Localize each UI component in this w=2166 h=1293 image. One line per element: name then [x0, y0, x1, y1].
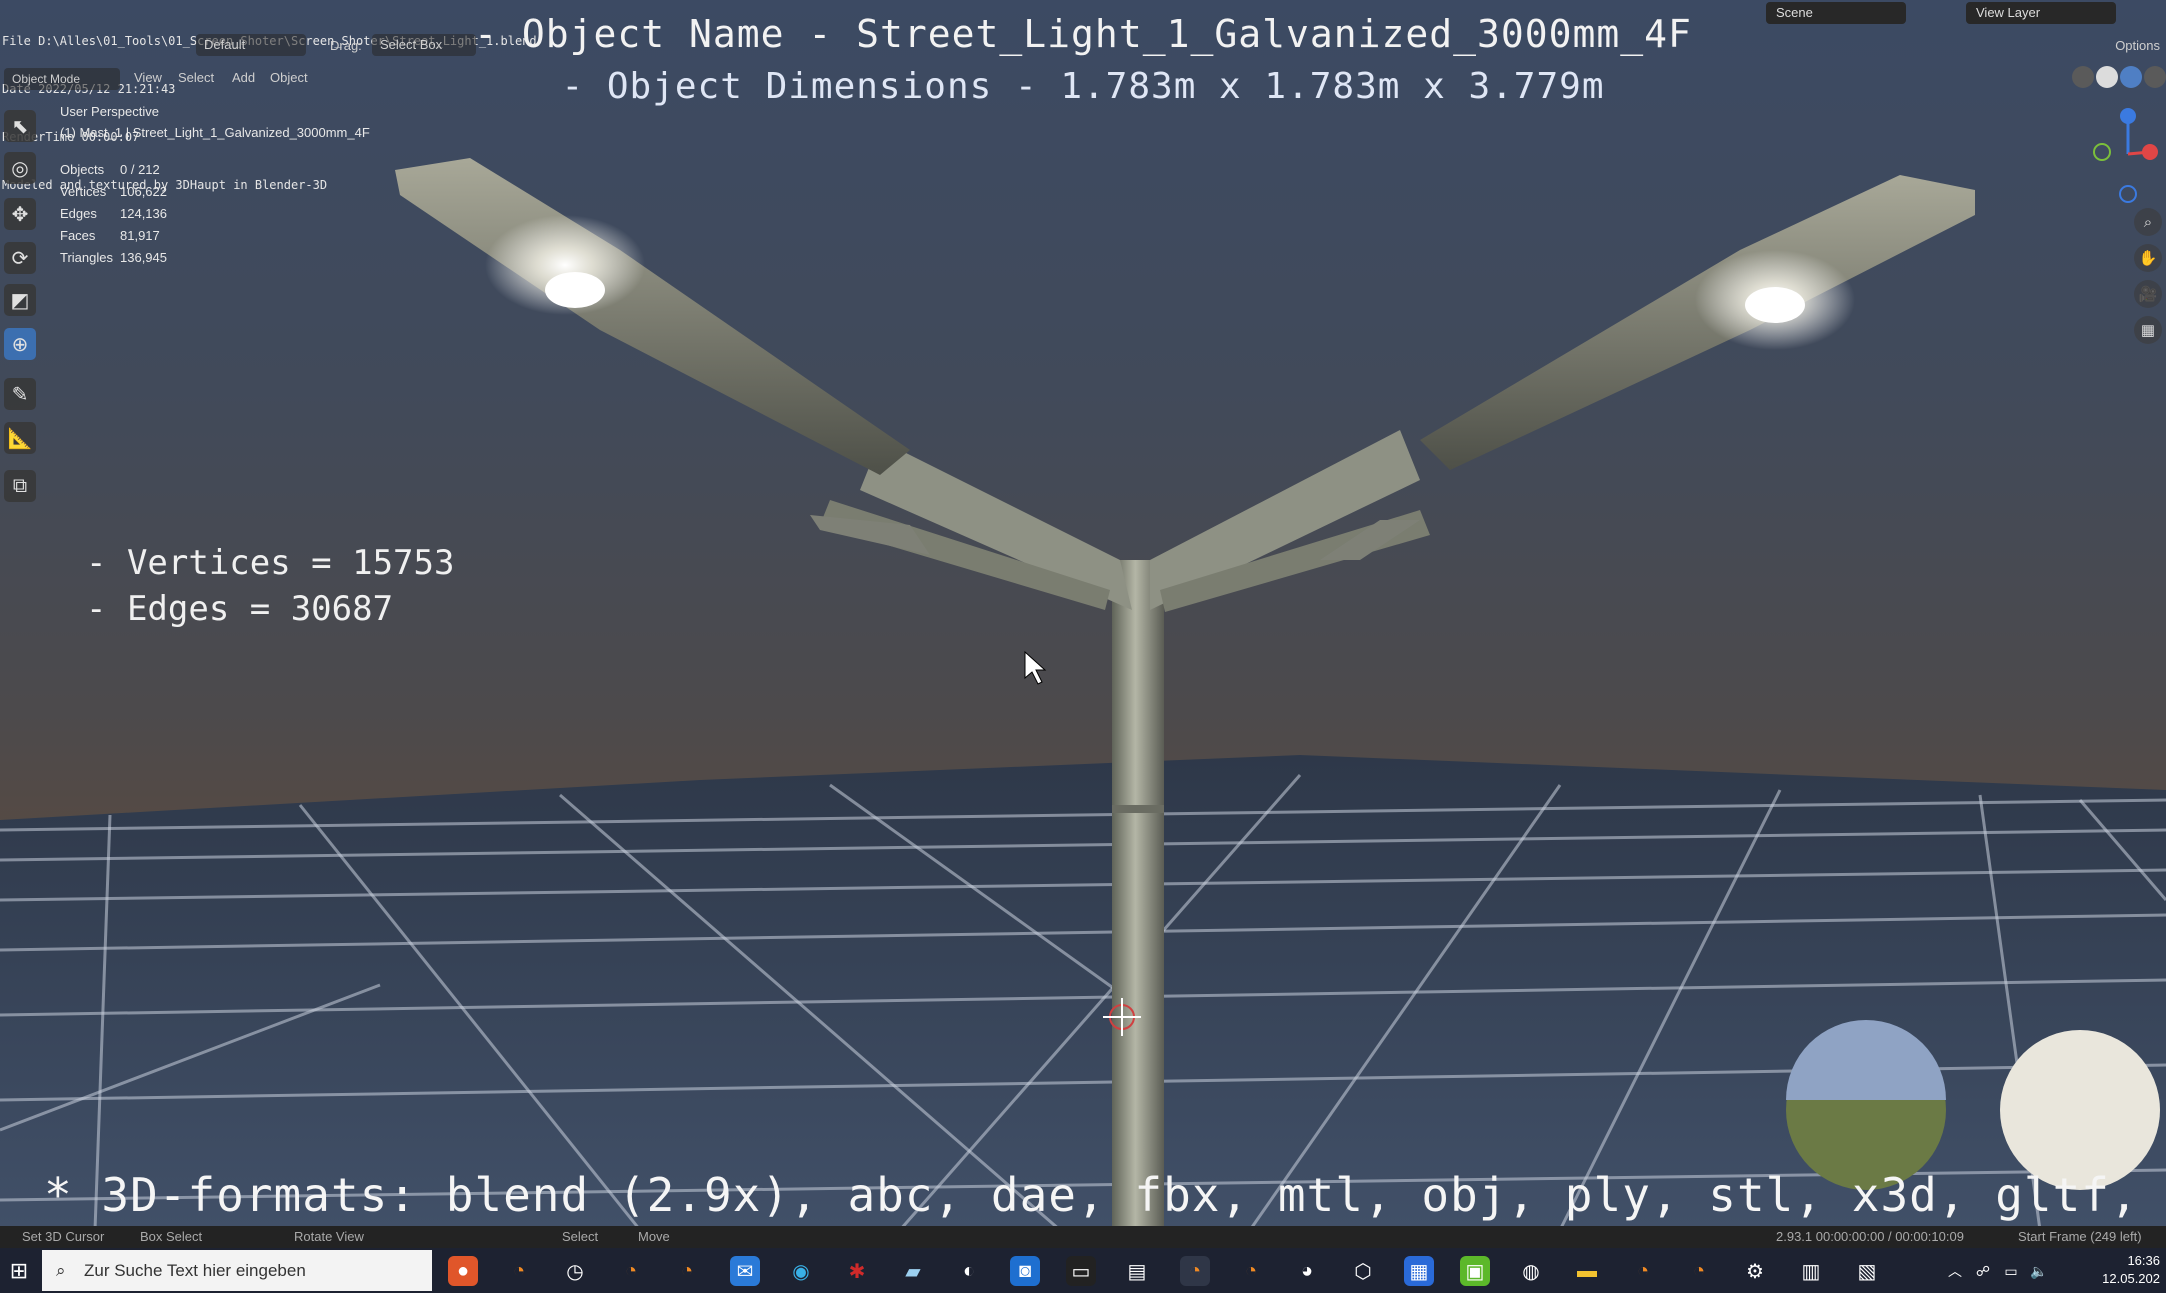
chat-app-icon[interactable]: ◙: [1010, 1256, 1040, 1286]
stat-row: Objects 0 / 212: [60, 162, 167, 184]
edges-overlay: - Edges = 30687: [86, 589, 394, 629]
stat-row: Faces 81,917: [60, 228, 167, 250]
windows-taskbar: ⊞ ⌕ Zur Suche Text hier eingeben ● ◔ ◷ ◔…: [0, 1248, 2166, 1293]
terminal-icon[interactable]: ▭: [1066, 1256, 1096, 1286]
add-cube-tool-icon[interactable]: ⧉: [4, 470, 36, 502]
z-axis-icon: [2120, 108, 2136, 124]
stat-value: 81,917: [120, 228, 160, 243]
navigation-gizmo[interactable]: [2088, 104, 2158, 214]
zoom-icon[interactable]: ⌕: [2134, 208, 2162, 236]
active-object-label: (1) Mast_1 | Street_Light_1_Galvanized_3…: [60, 125, 370, 140]
object-name-overlay: - Object Name - Street_Light_1_Galvanize…: [474, 12, 1692, 56]
vertices-overlay: - Vertices = 15753: [86, 543, 455, 583]
system-clock[interactable]: 16:36 12.05.202: [2102, 1252, 2160, 1288]
start-frame-label: Start Frame (249 left): [2018, 1229, 2142, 1244]
formats-overlay: * 3D-formats: blend (2.9x), abc, dae, fb…: [44, 1168, 2166, 1222]
bug-app-icon[interactable]: ✱: [842, 1256, 872, 1286]
version-time-label: 2.93.1 00:00:00:00 / 00:00:10:09: [1776, 1229, 1964, 1244]
search-icon: ⌕: [56, 1261, 66, 1280]
rotate-tool-icon[interactable]: ⟳: [4, 242, 36, 274]
clock-app-icon[interactable]: ◷: [560, 1256, 590, 1286]
mail-icon[interactable]: ✉: [730, 1256, 760, 1286]
screen-tool-icon[interactable]: ▤: [1122, 1256, 1152, 1286]
edge-browser-icon[interactable]: ◉: [786, 1256, 816, 1286]
stat-label: Faces: [60, 228, 96, 243]
cube-app-icon[interactable]: ⬡: [1348, 1256, 1378, 1286]
panda-app-icon[interactable]: ◕: [1292, 1256, 1322, 1286]
stat-row: Vertices 106,622: [60, 184, 167, 206]
stat-row: Triangles 136,945: [60, 250, 167, 272]
calendar-icon[interactable]: ▦: [1404, 1256, 1434, 1286]
stat-value: 106,622: [120, 184, 167, 199]
search-placeholder: Zur Suche Text hier eingeben: [84, 1261, 306, 1280]
pan-hand-icon[interactable]: ✋: [2134, 244, 2162, 272]
scale-tool-icon[interactable]: ◩: [4, 284, 36, 316]
transform-tool-icon[interactable]: ⊕: [4, 328, 36, 360]
battery-icon[interactable]: ▭: [1996, 1256, 2026, 1286]
mesh-counts-overlay: - Vertices = 15753 - Edges = 30687: [86, 540, 454, 632]
image-app-icon[interactable]: ◐: [954, 1256, 984, 1286]
network-icon[interactable]: ☍: [1968, 1256, 1998, 1286]
blender-icon[interactable]: ◔: [1628, 1256, 1658, 1286]
mouse-cursor: [1024, 650, 1047, 685]
lamp-head-right: [1420, 175, 1975, 470]
stat-label: Vertices: [60, 184, 107, 199]
cursor-tool-icon[interactable]: ◎: [4, 152, 36, 184]
status-set-cursor: Set 3D Cursor: [22, 1229, 105, 1244]
clock-date: 12.05.202: [2102, 1271, 2160, 1286]
blender-icon[interactable]: ◔: [1236, 1256, 1266, 1286]
stat-value: 136,945: [120, 250, 167, 265]
lamp-pole: [1112, 560, 1164, 1230]
status-bar: Set 3D Cursor Box Select Rotate View Sel…: [0, 1226, 2166, 1248]
perspective-toggle-icon[interactable]: ▦: [2134, 316, 2162, 344]
window-app-icon[interactable]: ▥: [1796, 1256, 1826, 1286]
y-axis-icon: [2093, 143, 2111, 161]
blender-icon[interactable]: ◔: [616, 1256, 646, 1286]
disc-app-icon[interactable]: ◍: [1516, 1256, 1546, 1286]
stat-row: Edges 124,136: [60, 206, 167, 228]
blender-icon[interactable]: ◔: [1684, 1256, 1714, 1286]
status-select: Select: [562, 1229, 599, 1244]
stat-value: 0 / 212: [120, 162, 160, 177]
measure-tool-icon[interactable]: 📐: [4, 422, 36, 454]
annotate-tool-icon[interactable]: ✎: [4, 378, 36, 410]
settings-gear-icon[interactable]: ⚙: [1740, 1256, 1770, 1286]
x-axis-icon: [2142, 144, 2158, 160]
matte-preview-sphere: [2000, 1030, 2160, 1190]
blender-icon[interactable]: ◔: [504, 1256, 534, 1286]
folder-icon[interactable]: ▬: [1572, 1256, 1602, 1286]
camera-view-icon[interactable]: 🎥: [2134, 280, 2162, 308]
scene-statistics: Objects 0 / 212 Vertices 106,622 Edges 124,…: [60, 162, 167, 272]
select-tool-icon[interactable]: ⬉: [4, 110, 36, 142]
windows-start-icon[interactable]: ⊞: [4, 1256, 34, 1286]
notes-icon[interactable]: ▰: [898, 1256, 928, 1286]
archive-app-icon[interactable]: ▧: [1852, 1256, 1882, 1286]
stat-label: Edges: [60, 206, 97, 221]
3d-viewport[interactable]: File D:\Alles\01_Tools\01_Screen_Shoter\…: [0, 0, 2166, 1293]
stat-value: 124,136: [120, 206, 167, 221]
object-dimensions-overlay: - Object Dimensions - 1.783m x 1.783m x …: [561, 66, 1605, 107]
status-box-select: Box Select: [140, 1229, 203, 1244]
stat-label: Objects: [60, 162, 105, 177]
stat-label: Triangles: [60, 250, 113, 265]
blender-icon[interactable]: ◔: [672, 1256, 702, 1286]
status-move: Move: [638, 1229, 670, 1244]
status-rotate-view: Rotate View: [294, 1229, 364, 1244]
clock-time: 16:36: [2127, 1253, 2160, 1268]
viewport-info: User Perspective (1) Mast_1 | Street_Lig…: [60, 104, 370, 140]
volume-icon[interactable]: 🔈: [2024, 1256, 2054, 1286]
blender-active-icon[interactable]: ◔: [1180, 1256, 1210, 1286]
firefox-icon[interactable]: ●: [448, 1256, 478, 1286]
taskbar-search-box[interactable]: ⌕ Zur Suche Text hier eingeben: [42, 1250, 432, 1291]
tray-chevron-icon[interactable]: ︿: [1940, 1256, 1970, 1286]
nvidia-icon[interactable]: ▣: [1460, 1256, 1490, 1286]
move-tool-icon[interactable]: ✥: [4, 198, 36, 230]
